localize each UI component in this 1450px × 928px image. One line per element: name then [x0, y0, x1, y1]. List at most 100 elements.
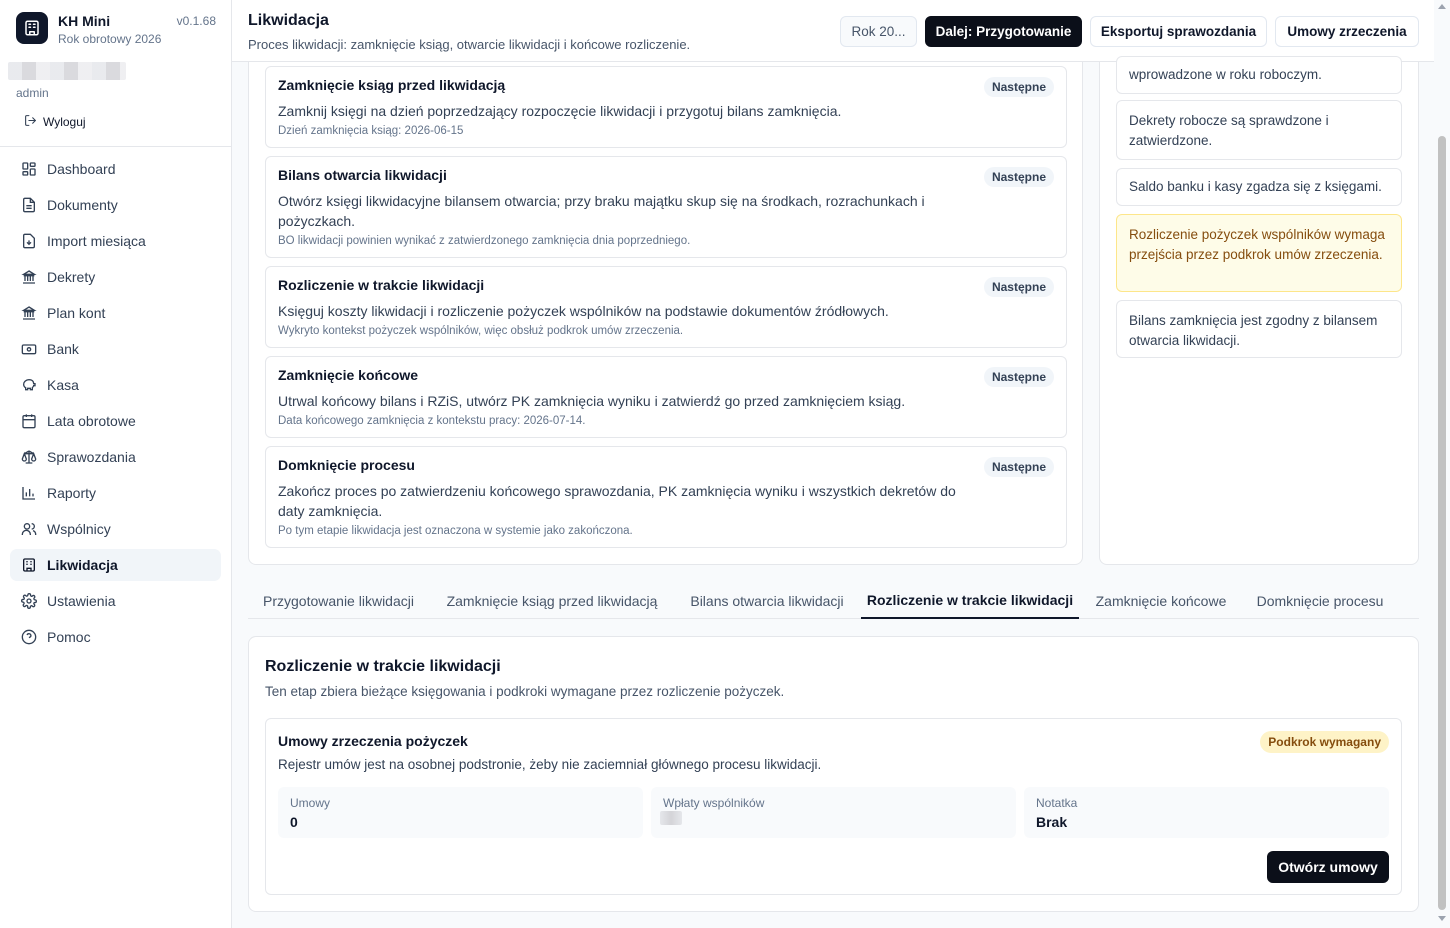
bank-building-icon [20, 269, 37, 286]
step-tabs: Przygotowanie likwidacji Zamknięcie ksią… [248, 583, 1419, 619]
sidebar-item-bank[interactable]: Bank [10, 333, 221, 365]
agreements-button[interactable]: Umowy zrzeczenia [1275, 16, 1419, 47]
step-note: BO likwidacji powinien wynikać z zatwier… [278, 235, 691, 247]
step-description: Otwórz księgi likwidacyjne bilansem otwa… [278, 193, 925, 229]
sidebar-item-lata-obrotowe[interactable]: Lata obrotowe [10, 405, 221, 437]
sidebar-item-dekrety[interactable]: Dekrety [10, 261, 221, 293]
tab-zamkniecie-ksiag[interactable]: Zamknięcie ksiąg przed likwidacją [431, 583, 673, 619]
sidebar-item-label: Sprawozdania [47, 449, 136, 465]
document-icon [20, 197, 37, 214]
bar-chart-icon [20, 485, 37, 502]
sidebar-item-sprawozdania[interactable]: Sprawozdania [10, 441, 221, 473]
step-title: Bilans otwarcia likwidacji [278, 167, 447, 183]
status-badge: Następne [983, 457, 1054, 477]
sidebar-item-import[interactable]: Import miesiąca [10, 225, 221, 257]
required-badge: Podkrok wymagany [1260, 731, 1389, 753]
step-card[interactable]: Zamknięcie ksiąg przed likwidacją Następ… [265, 66, 1067, 148]
detail-title: Rozliczenie w trakcie likwidacji [265, 658, 501, 675]
app-version: v0.1.68 [176, 14, 216, 28]
step-detail-panel: Rozliczenie w trakcie likwidacji Ten eta… [248, 636, 1419, 912]
scroll-down-arrow-icon[interactable] [1438, 916, 1446, 921]
sidebar-item-dashboard[interactable]: Dashboard [10, 153, 221, 185]
fiscal-year-label: Rok obrotowy 2026 [58, 32, 162, 46]
bank-building-icon [20, 305, 37, 322]
calendar-icon [20, 413, 37, 430]
status-badge: Następne [983, 367, 1054, 387]
page-header: Likwidacja Proces likwidacji: zamknięcie… [232, 0, 1450, 62]
status-badge: Następne [983, 77, 1054, 97]
sidebar-item-ustawienia[interactable]: Ustawienia [10, 585, 221, 617]
page-scrollbar[interactable] [1434, 0, 1450, 928]
status-badge: Następne [983, 277, 1054, 297]
stat-value: 0 [290, 814, 298, 830]
sidebar-item-plan-kont[interactable]: Plan kont [10, 297, 221, 329]
step-card[interactable]: Zamknięcie końcowe Następne Utrwal końco… [265, 356, 1067, 438]
step-card[interactable]: Bilans otwarcia likwidacji Następne Otwó… [265, 156, 1067, 258]
step-description: Zamknij księgi na dzień poprzedzający ro… [278, 103, 842, 119]
sidebar-item-label: Kasa [47, 377, 79, 393]
sidebar-item-label: Pomoc [47, 629, 91, 645]
step-note: Data końcowego zamknięcia z kontekstu pr… [278, 415, 586, 427]
piggy-bank-icon [20, 377, 37, 394]
tab-domkniecie[interactable]: Domknięcie procesu [1243, 583, 1397, 619]
year-select-button[interactable]: Rok 20... [840, 16, 917, 47]
building-logo-icon [16, 12, 48, 44]
checklist-card: wprowadzone w roku roboczym. Dekrety rob… [1099, 56, 1419, 565]
step-title: Zamknięcie ksiąg przed likwidacją [278, 77, 506, 93]
stat-label: Umowy [290, 796, 331, 810]
tab-zamkniecie-koncowe[interactable]: Zamknięcie końcowe [1081, 583, 1241, 619]
step-card[interactable]: Domknięcie procesu Następne Zakończ proc… [265, 446, 1067, 548]
step-card[interactable]: Rozliczenie w trakcie likwidacji Następn… [265, 266, 1067, 348]
user-role: admin [16, 86, 49, 100]
checklist-item: Dekrety robocze są sprawdzone i zatwierd… [1116, 100, 1402, 160]
scroll-up-arrow-icon[interactable] [1438, 4, 1446, 9]
checklist-item: Bilans zamknięcia jest zgodny z bilansem… [1116, 300, 1402, 358]
page-title: Likwidacja [248, 12, 329, 29]
step-note: Dzień zamknięcia ksiąg: 2026-06-15 [278, 125, 464, 137]
sidebar-item-wspolnicy[interactable]: Wspólnicy [10, 513, 221, 545]
step-description: Zakończ proces po zatwierdzeniu końcoweg… [278, 483, 956, 519]
sidebar-item-dokumenty[interactable]: Dokumenty [10, 189, 221, 221]
sidebar-item-raporty[interactable]: Raporty [10, 477, 221, 509]
page-subtitle: Proces likwidacji: zamknięcie ksiąg, otw… [248, 37, 691, 52]
step-note: Wykryto kontekst pożyczek wspólników, wi… [278, 325, 684, 337]
sidebar-nav: Dashboard Dokumenty Import miesiąca Dekr… [10, 153, 221, 657]
step-note: Po tym etapie likwidacja jest oznaczona … [278, 525, 633, 537]
sidebar-item-label: Dekrety [47, 269, 96, 285]
logout-icon [24, 114, 37, 130]
sidebar-item-kasa[interactable]: Kasa [10, 369, 221, 401]
sidebar-item-label: Raporty [47, 485, 97, 501]
sidebar-item-label: Likwidacja [47, 557, 118, 573]
checklist-item: wprowadzone w roku roboczym. [1116, 56, 1402, 94]
users-icon [20, 521, 37, 538]
stat-label: Wpłaty wspólników [663, 796, 765, 810]
logout-button[interactable]: Wyloguj [24, 114, 86, 130]
tab-przygotowanie[interactable]: Przygotowanie likwidacji [248, 583, 429, 619]
help-icon [20, 629, 37, 646]
subtask-title: Umowy zrzeczenia pożyczek [278, 733, 468, 749]
step-title: Zamknięcie końcowe [278, 367, 419, 383]
status-badge: Następne [983, 167, 1054, 187]
step-description: Księguj koszty likwidacji i rozliczenie … [278, 303, 889, 319]
sidebar-item-likwidacja[interactable]: Likwidacja [10, 549, 221, 581]
checklist-item: Saldo banku i kasy zgadza się z księgami… [1116, 168, 1402, 206]
step-title: Rozliczenie w trakcie likwidacji [278, 277, 485, 293]
sidebar-item-pomoc[interactable]: Pomoc [10, 621, 221, 653]
step-description: Utrwal końcowy bilans i RZiS, utwórz PK … [278, 393, 906, 409]
next-step-button[interactable]: Dalej: Przygotowanie [925, 16, 1082, 47]
app-name: KH Mini [58, 13, 111, 29]
scroll-thumb[interactable] [1438, 136, 1446, 910]
gear-icon [20, 593, 37, 610]
import-icon [20, 233, 37, 250]
tab-rozliczenie[interactable]: Rozliczenie w trakcie likwidacji [861, 583, 1079, 619]
export-reports-button[interactable]: Eksportuj sprawozdania [1090, 16, 1267, 47]
tab-bilans-otwarcia[interactable]: Bilans otwarcia likwidacji [675, 583, 859, 619]
sidebar-item-label: Dashboard [47, 161, 116, 177]
stat-label: Notatka [1036, 796, 1078, 810]
sidebar-item-label: Dokumenty [47, 197, 118, 213]
open-agreements-button[interactable]: Otwórz umowy [1267, 851, 1389, 883]
scale-icon [20, 449, 37, 466]
step-title: Domknięcie procesu [278, 457, 415, 473]
sidebar-item-label: Bank [47, 341, 79, 357]
stat-wplaty: Wpłaty wspólników [651, 787, 1016, 838]
